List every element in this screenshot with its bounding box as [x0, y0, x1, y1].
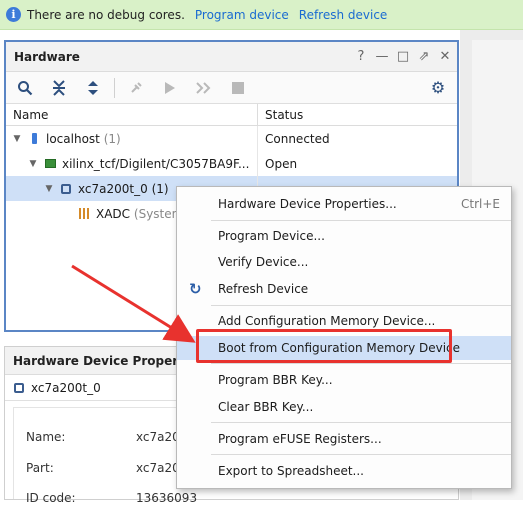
- menu-item-program-efuse-registers[interactable]: Program eFUSE Registers...: [177, 427, 511, 451]
- maximize-icon[interactable]: □: [394, 48, 412, 66]
- chevron-down-icon[interactable]: ▼: [26, 159, 40, 169]
- tree-node-count: (1): [103, 131, 121, 146]
- menu-item-label: Export to Spreadsheet...: [218, 464, 364, 478]
- collapse-all-icon[interactable]: [46, 75, 72, 101]
- tree-node-count: (1): [151, 181, 169, 196]
- menu-item-label: Program Device...: [218, 229, 325, 243]
- tree-row-target[interactable]: ▼ xilinx_tcf/Digilent/C3057BA9F... Open: [6, 151, 457, 176]
- menu-item-hardware-device-properties[interactable]: Hardware Device Properties... Ctrl+E: [177, 192, 511, 216]
- chevron-down-icon[interactable]: ▼: [42, 184, 56, 194]
- float-icon[interactable]: ⇗: [415, 48, 433, 66]
- annotation-highlight-box: [196, 329, 452, 363]
- property-row: Part: xc7a200: [26, 461, 187, 475]
- tree-node-label: xc7a200t_0: [78, 181, 148, 196]
- menu-item-program-device[interactable]: Program Device...: [177, 224, 511, 248]
- notification-message: There are no debug cores.: [27, 7, 185, 22]
- column-name[interactable]: Name: [6, 104, 258, 125]
- menu-separator: [211, 363, 511, 364]
- board-icon: [44, 158, 56, 170]
- auto-connect-icon[interactable]: [123, 75, 149, 101]
- menu-item-label: Refresh Device: [218, 282, 309, 296]
- toolbar-separator: [114, 77, 115, 98]
- menu-item-export-to-spreadsheet[interactable]: Export to Spreadsheet...: [177, 459, 511, 483]
- menu-item-label: Add Configuration Memory Device...: [218, 314, 436, 328]
- host-icon: [28, 133, 40, 145]
- menu-item-label: Verify Device...: [218, 255, 309, 269]
- stop-icon[interactable]: [225, 75, 251, 101]
- property-key: ID code:: [26, 491, 76, 505]
- hardware-toolbar: ⚙: [6, 72, 457, 104]
- tree-node-status: Open: [265, 156, 298, 171]
- minimize-icon[interactable]: —: [373, 48, 391, 66]
- chip-icon: [60, 183, 72, 195]
- property-value: 13636093: [136, 491, 198, 505]
- hardware-panel-header: Hardware ? — □ ⇗ ✕: [6, 42, 457, 72]
- xadc-icon: [78, 208, 90, 220]
- gear-icon[interactable]: ⚙: [425, 75, 451, 101]
- menu-item-shortcut: Ctrl+E: [461, 197, 500, 211]
- hardware-panel-title: Hardware: [14, 49, 80, 64]
- close-icon[interactable]: ✕: [436, 48, 454, 66]
- property-row: Name: xc7a200: [26, 430, 187, 444]
- chevron-down-icon[interactable]: ▼: [10, 134, 24, 144]
- info-icon: i: [6, 7, 21, 22]
- expand-all-icon[interactable]: [80, 75, 106, 101]
- menu-item-label: Program eFUSE Registers...: [218, 432, 382, 446]
- tree-node-label: localhost: [46, 131, 100, 146]
- column-status[interactable]: Status: [258, 104, 303, 125]
- search-icon[interactable]: [12, 75, 38, 101]
- tree-node-label: XADC: [96, 206, 131, 221]
- tree-node-status: Connected: [265, 131, 330, 146]
- tree-row-localhost[interactable]: ▼ localhost (1) Connected: [6, 126, 457, 151]
- menu-item-clear-bbr-key[interactable]: Clear BBR Key...: [177, 395, 511, 419]
- run-trigger-icon[interactable]: [157, 75, 183, 101]
- menu-item-label: Hardware Device Properties...: [218, 197, 397, 211]
- help-icon[interactable]: ?: [352, 48, 370, 66]
- menu-separator: [211, 454, 511, 455]
- refresh-device-link[interactable]: Refresh device: [299, 8, 388, 22]
- menu-separator: [211, 422, 511, 423]
- menu-item-program-bbr-key[interactable]: Program BBR Key...: [177, 368, 511, 392]
- property-row: ID code: 13636093: [26, 491, 197, 505]
- menu-separator: [211, 220, 511, 221]
- notification-bar: i There are no debug cores. Program devi…: [0, 0, 523, 30]
- refresh-icon: ↻: [189, 280, 202, 298]
- menu-item-refresh-device[interactable]: ↻ Refresh Device: [177, 277, 511, 301]
- property-key: Part:: [26, 461, 54, 475]
- menu-item-label: Clear BBR Key...: [218, 400, 314, 414]
- program-device-link[interactable]: Program device: [195, 8, 289, 22]
- properties-device-name: xc7a200t_0: [31, 380, 101, 395]
- property-key: Name:: [26, 430, 66, 444]
- menu-separator: [211, 305, 511, 306]
- menu-item-label: Program BBR Key...: [218, 373, 333, 387]
- tree-node-label: xilinx_tcf/Digilent/C3057BA9F...: [62, 156, 250, 171]
- run-immediate-icon[interactable]: [191, 75, 217, 101]
- menu-item-verify-device[interactable]: Verify Device...: [177, 250, 511, 274]
- tree-column-header: Name Status: [6, 104, 457, 126]
- chip-icon: [13, 382, 25, 394]
